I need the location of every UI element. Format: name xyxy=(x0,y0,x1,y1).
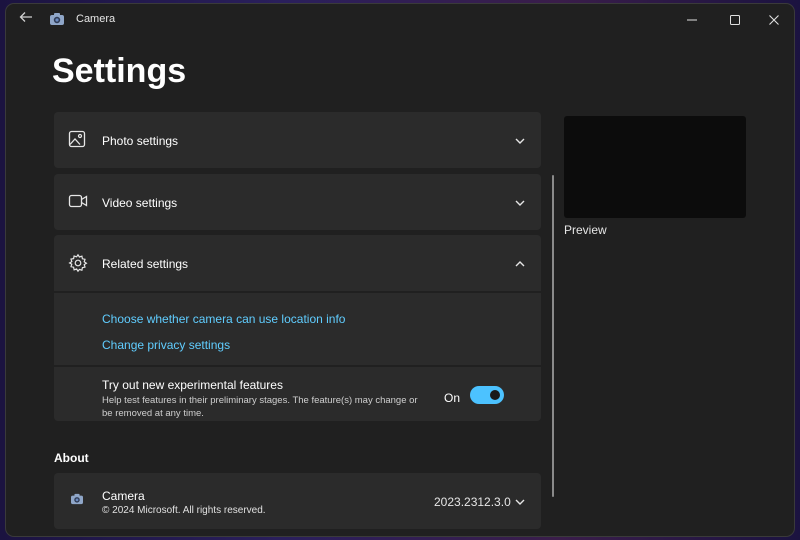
page-title: Settings xyxy=(52,52,187,90)
chevron-up-icon[interactable] xyxy=(514,257,526,269)
gear-icon xyxy=(68,253,88,273)
scrollbar[interactable] xyxy=(552,175,554,497)
camera-icon xyxy=(49,12,65,26)
window-title: Camera xyxy=(76,13,116,25)
app-version: 2023.2312.3.0 xyxy=(434,495,511,509)
privacy-settings-link[interactable]: Change privacy settings xyxy=(102,338,230,352)
title-bar: Camera xyxy=(6,4,794,36)
close-icon xyxy=(769,15,779,25)
about-section-label: About xyxy=(54,451,89,465)
minimize-icon xyxy=(687,19,697,21)
minimize-button[interactable] xyxy=(670,4,714,36)
chevron-down-icon[interactable] xyxy=(514,134,526,146)
related-settings-links-panel: Choose whether camera can use location i… xyxy=(54,293,541,365)
about-expander[interactable]: Camera © 2024 Microsoft. All rights rese… xyxy=(54,473,541,529)
experimental-features-toggle[interactable] xyxy=(470,386,504,404)
video-camera-icon xyxy=(68,192,88,212)
location-info-link[interactable]: Choose whether camera can use location i… xyxy=(102,312,345,326)
preview-label: Preview xyxy=(564,223,607,237)
about-app-name: Camera xyxy=(102,489,145,503)
chevron-down-icon[interactable] xyxy=(514,196,526,208)
related-settings-label: Related settings xyxy=(102,257,189,271)
camera-preview xyxy=(564,116,746,218)
maximize-icon xyxy=(730,15,740,25)
close-button[interactable] xyxy=(752,4,794,36)
video-settings-label: Video settings xyxy=(102,196,178,210)
photo-settings-label: Photo settings xyxy=(102,134,179,148)
experimental-features-row: Try out new experimental features Help t… xyxy=(54,367,541,421)
about-copyright: © 2024 Microsoft. All rights reserved. xyxy=(102,505,266,516)
back-arrow-icon[interactable] xyxy=(16,10,36,30)
photo-settings-expander[interactable]: Photo settings xyxy=(54,112,541,168)
experimental-features-title: Try out new experimental features xyxy=(102,378,283,392)
toggle-knob xyxy=(490,390,500,400)
maximize-button[interactable] xyxy=(713,4,757,36)
image-icon xyxy=(68,130,88,150)
toggle-state-label: On xyxy=(444,391,461,405)
experimental-features-description: Help test features in their preliminary … xyxy=(102,395,418,419)
camera-window: Camera Settings Photo settings Video set… xyxy=(6,4,794,536)
video-settings-expander[interactable]: Video settings xyxy=(54,174,541,230)
chevron-down-icon[interactable] xyxy=(514,495,526,507)
camera-icon xyxy=(70,492,90,512)
related-settings-expander[interactable]: Related settings xyxy=(54,235,541,291)
